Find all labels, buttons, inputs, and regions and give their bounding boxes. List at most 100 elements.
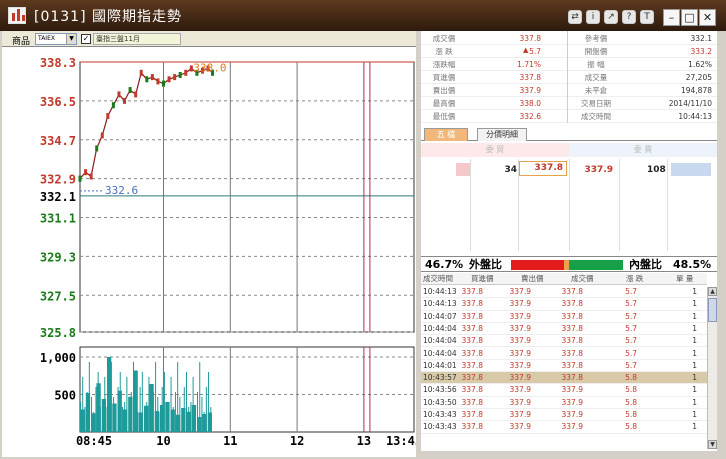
price-tick-label: 338.3 [40,56,76,70]
volume-tick-bar [194,407,196,432]
volume-tick-bar [124,402,126,432]
tick-header-cell: 買進價 [471,274,494,283]
intraday-chart[interactable]: 338.3 336.5 334.7 332.9 332.1 331.1 329.3 327.5… [2,47,416,457]
price-candle [178,71,182,78]
tick-row[interactable]: 10:44:07 337.8 337.9 337.8 5.7 1 [421,311,707,323]
ratio-bar: 46.7% 外盤比 內盤比 48.5% [421,256,717,272]
tick-row[interactable]: 10:44:13 337.8 337.9 337.8 5.7 1 [421,298,707,311]
tick-cell: 337.8 [461,348,483,358]
time-tick-label: 13:45 [386,434,416,448]
quote-value: 5.7 [529,47,541,56]
scroll-up-icon[interactable]: ▲ [708,287,717,296]
tick-cell: 1 [692,323,697,333]
chart-svg: 338.3 336.5 334.7 332.9 332.1 331.1 329.3 327.5… [40,56,416,448]
tick-row[interactable]: 10:44:04 337.8 337.9 337.8 5.7 1 [421,323,707,336]
tick-cell: 5.7 [625,311,637,321]
tick-cell: 337.8 [461,410,483,419]
time-tick-label: 13 [357,434,371,448]
tick-cell: 337.8 [561,311,583,321]
low-price-label: 332.6 [105,184,138,197]
export-icon[interactable]: ⇄ [568,10,582,24]
volume-tick-bar [135,397,137,432]
help-icon[interactable]: ? [622,10,636,24]
tick-cell: 337.9 [509,323,531,333]
tick-row[interactable]: 10:43:43 337.8 337.9 337.9 5.8 1 [421,421,707,434]
tick-cell: 337.8 [561,299,583,309]
quote-value: 338.0 [519,99,541,108]
tick-row[interactable]: 10:44:04 337.8 337.9 337.8 5.7 1 [421,348,707,360]
tick-cell: 1 [692,397,697,407]
quote-row: 買進價 337.8 成交量 27,205 [421,71,717,84]
text-icon[interactable]: T [640,10,654,24]
tick-cell: 337.9 [509,348,531,358]
volume-tick-bar [99,407,101,432]
time-tick-label: 10 [156,434,170,448]
tick-cell: 10:44:07 [423,311,457,321]
price-tick-label: 336.5 [40,95,76,109]
price-tick-label: 331.1 [40,212,76,226]
tick-cell: 10:43:50 [423,397,457,407]
volume-tick-bar [117,387,119,432]
volume-tick-bar [91,397,93,432]
tick-header-cell: 單 量 [676,274,694,283]
volume-tick-bar [95,387,97,432]
tab-five-levels[interactable]: 五 檔 [424,128,468,141]
tick-row[interactable]: 10:44:01 337.8 337.9 337.8 5.7 1 [421,360,707,373]
tick-cell: 10:44:13 [423,299,457,309]
tick-cell: 337.9 [509,360,531,370]
minimize-button[interactable]: – [663,9,680,26]
tick-cell: 337.8 [461,360,483,370]
tick-cell: 337.8 [461,373,483,383]
tick-row[interactable]: 10:44:04 337.8 337.9 337.8 5.7 1 [421,335,707,348]
tick-cell: 1 [692,299,697,309]
tick-cell: 10:43:43 [423,410,457,419]
volume-tick-bar [115,412,117,432]
close-button[interactable]: ✕ [699,9,716,26]
quote-label: 買進價 [432,73,456,82]
maximize-button[interactable]: □ [681,9,698,26]
tick-cell: 337.8 [561,323,583,333]
volume-tick-bar [201,397,203,432]
volume-tick-bar [188,407,190,432]
tick-row[interactable]: 10:43:43 337.8 337.9 337.9 5.8 1 [421,409,707,422]
compare-checkbox[interactable]: ✓ [81,34,91,44]
tick-cell: 337.8 [461,397,483,407]
volume-tick-bar [148,377,150,432]
tick-cell: 337.9 [561,385,583,395]
tick-cell: 1 [692,422,697,432]
tick-row[interactable]: 10:43:57 337.8 337.9 337.8 5.8 1 [421,372,707,385]
volume-tick-bar [110,362,112,432]
price-candle [139,69,143,76]
volume-tick-bar [80,402,81,432]
quote-label: 最高價 [432,99,456,108]
tick-cell: 10:44:13 [423,287,457,296]
volume-tick-bar [197,392,199,432]
high-price-label: 338.0 [193,61,226,74]
info-icon[interactable]: i [586,10,600,24]
quote-row: 漲跌幅 1.71% 振 幅 1.62% [421,58,717,71]
chevron-down-icon[interactable]: ▼ [66,34,76,44]
share-icon[interactable]: ↗ [604,10,618,24]
volume-tick-bar [84,407,86,432]
product-select[interactable]: TAIEX ▼ [35,33,77,45]
tick-cell: 10:43:57 [423,373,457,383]
quote-value: 2014/11/10 [668,99,712,108]
tick-row[interactable]: 10:43:56 337.8 337.9 337.9 5.8 1 [421,384,707,397]
quote-value: 337.9 [519,86,541,95]
quote-label: 交易日期 [581,99,611,108]
price-candle [128,87,132,94]
quote-value: 337.8 [519,73,541,82]
tick-cell: 5.7 [625,299,637,309]
tick-cell: 1 [692,360,697,370]
tick-row[interactable]: 10:43:50 337.8 337.9 337.9 5.8 1 [421,397,707,409]
volume-tick-bar [155,362,157,432]
tick-scrollbar[interactable]: ▲ ▼ [707,287,717,449]
scroll-thumb[interactable] [708,298,717,322]
price-candle [150,74,154,81]
scroll-down-icon[interactable]: ▼ [708,440,717,449]
up-arrow-icon: ▲ [523,46,529,54]
tab-price-detail[interactable]: 分價明細 [477,128,527,141]
in-ratio-label: 內盤比 [629,258,662,271]
tick-row[interactable]: 10:44:13 337.8 337.9 337.8 5.7 1 [421,286,707,299]
bid-header: 委 買 [421,143,569,157]
